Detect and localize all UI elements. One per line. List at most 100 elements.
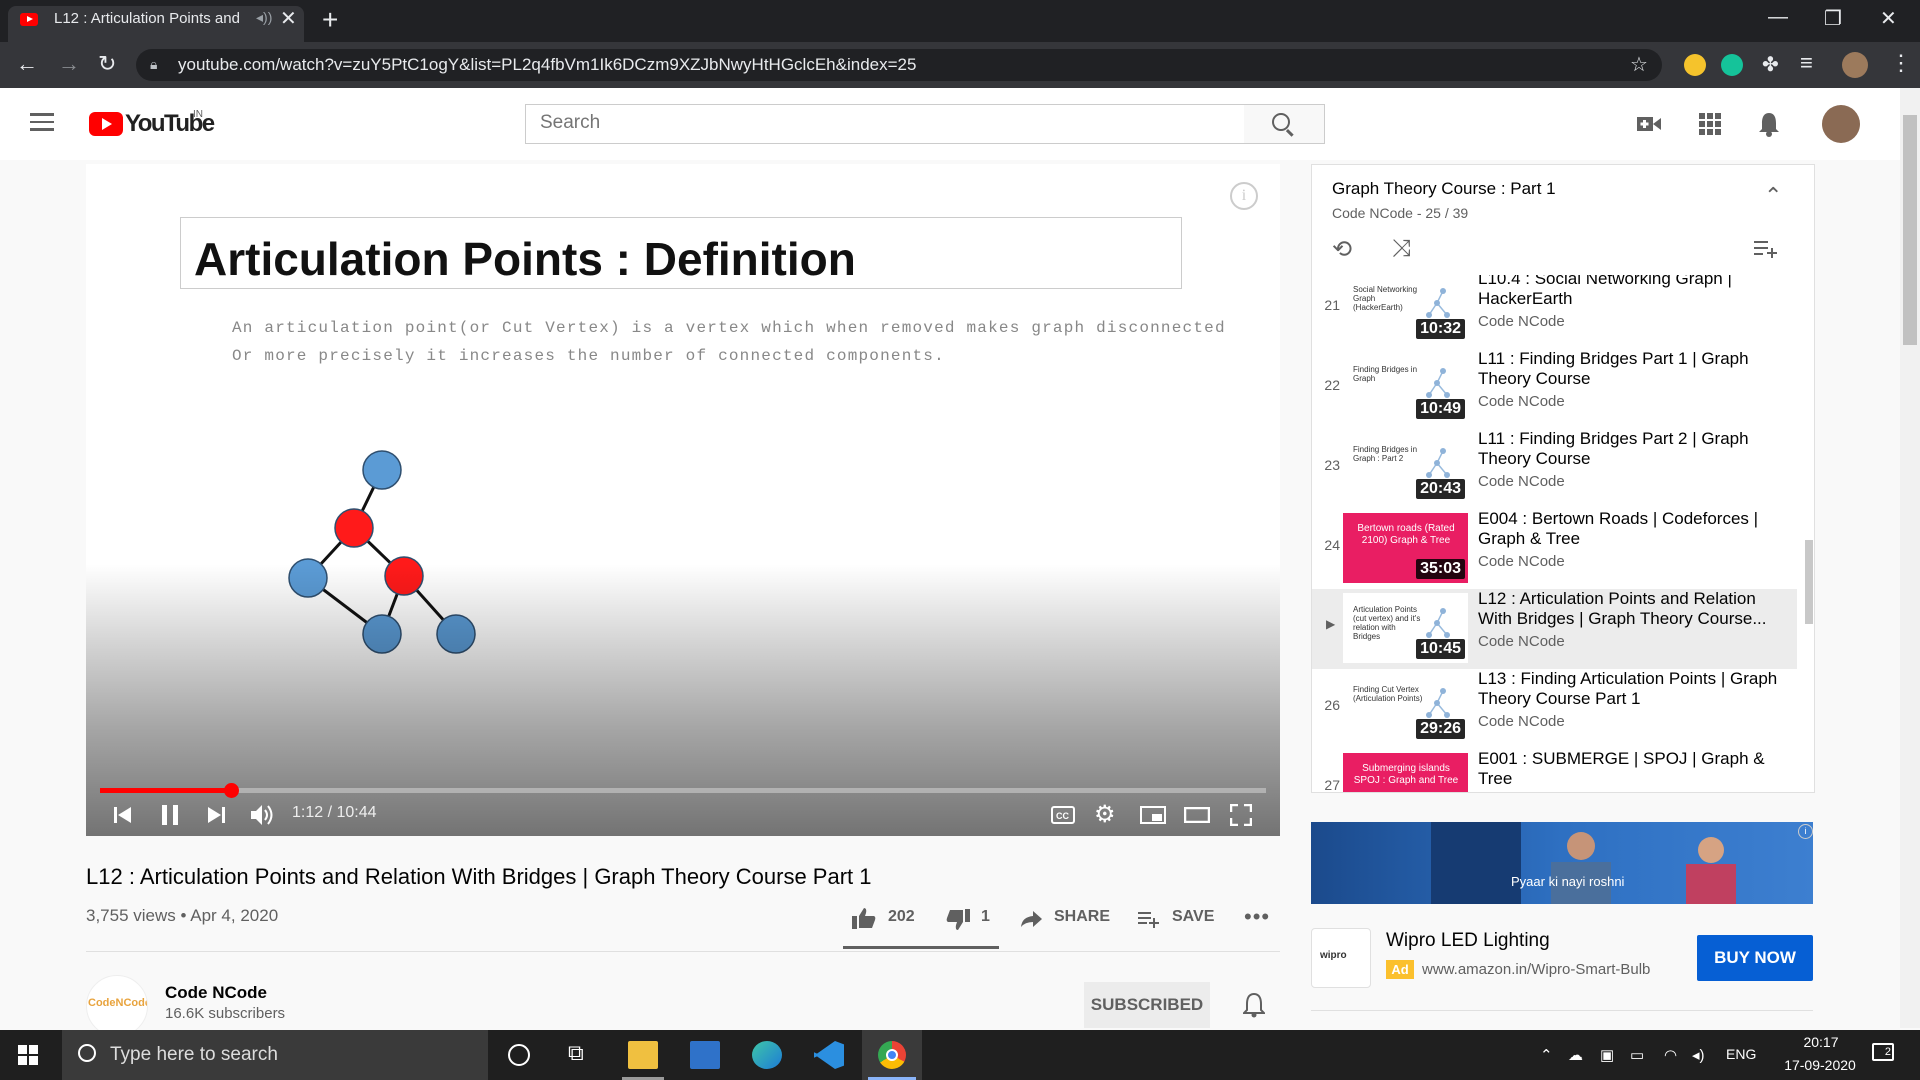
language-indicator[interactable]: ENG <box>1726 1046 1756 1062</box>
add-to-queue-icon[interactable] <box>1754 239 1778 259</box>
playlist-scrollbar-thumb[interactable] <box>1805 540 1813 624</box>
close-window-icon[interactable]: ✕ <box>1880 6 1897 31</box>
search-input[interactable] <box>540 112 1230 134</box>
collapse-chevron-icon[interactable]: ⌃ <box>1764 183 1782 209</box>
ad-title[interactable]: Wipro LED Lighting <box>1386 930 1550 952</box>
browser-menu-icon[interactable]: ⋮ <box>1890 50 1912 76</box>
progress-scrubber[interactable] <box>223 783 239 798</box>
action-center-icon[interactable]: 2 <box>1872 1043 1894 1061</box>
ad-url[interactable]: www.amazon.in/Wipro-Smart-Bulb <box>1422 961 1650 978</box>
minimize-icon[interactable]: — <box>1768 6 1788 29</box>
youtube-logo-icon[interactable] <box>89 112 123 136</box>
playlist-item-title[interactable]: E004 : Bertown Roads | Codeforces | Grap… <box>1478 509 1778 549</box>
clock-date[interactable]: 17-09-2020 <box>1770 1057 1870 1073</box>
save-button[interactable]: SAVE <box>1172 908 1214 926</box>
taskbar-search-text[interactable]: Type here to search <box>110 1044 278 1066</box>
edge-browser-icon[interactable] <box>752 1041 782 1069</box>
profile-avatar[interactable] <box>1842 52 1868 78</box>
bookmark-star-icon[interactable]: ☆ <box>1630 52 1648 77</box>
playlist-item-title[interactable]: L10.4 : Social Networking Graph | Hacker… <box>1478 275 1778 309</box>
apps-grid-icon[interactable] <box>1699 113 1721 135</box>
playlist-item-title[interactable]: L12 : Articulation Points and Relation W… <box>1478 589 1778 629</box>
forward-icon[interactable]: → <box>58 51 80 77</box>
channel-name[interactable]: Code NCode <box>165 983 267 1003</box>
playlist-item-title[interactable]: L13 : Finding Articulation Points | Grap… <box>1478 669 1778 709</box>
close-tab-icon[interactable]: ✕ <box>280 6 297 31</box>
playlist-item-channel[interactable]: Code NCode <box>1478 633 1565 650</box>
playlist-item-title[interactable]: E001 : SUBMERGE | SPOJ | Graph & Tree <box>1478 749 1778 789</box>
shuffle-icon[interactable]: ⤨ <box>1392 235 1411 263</box>
restore-icon[interactable]: ❐ <box>1824 6 1842 31</box>
settings-gear-icon[interactable]: ⚙ <box>1094 800 1116 829</box>
captions-icon[interactable]: CC <box>1051 806 1075 824</box>
media-queue-icon[interactable]: ≡ <box>1800 50 1813 76</box>
ad-info-icon[interactable]: i <box>1798 824 1813 839</box>
playlist-item[interactable]: 24 Bertown roads (Rated 2100) Graph & Tre… <box>1312 509 1797 589</box>
like-count[interactable]: 202 <box>888 908 915 926</box>
playlist-item-channel[interactable]: Code NCode <box>1478 393 1565 410</box>
playlist-item-thumbnail[interactable]: Finding Bridges in Graph : Part 2 20:43 <box>1343 433 1468 503</box>
playlist-item-thumbnail[interactable]: Social Networking Graph (HackerEarth) 10:… <box>1343 275 1468 343</box>
page-scrollbar-thumb[interactable] <box>1903 115 1917 345</box>
user-avatar[interactable] <box>1822 105 1860 143</box>
create-video-icon[interactable] <box>1637 114 1661 134</box>
pause-icon[interactable] <box>161 804 179 826</box>
wifi-icon[interactable]: ◠ <box>1664 1046 1677 1064</box>
reload-icon[interactable]: ↻ <box>98 51 116 77</box>
windows-start-icon[interactable] <box>18 1045 38 1065</box>
grammarly-icon[interactable] <box>1721 54 1743 76</box>
lock-icon[interactable]: 🔒︎ <box>150 56 157 73</box>
miniplayer-icon[interactable] <box>1140 806 1166 824</box>
playlist-item[interactable]: 27 Submerging islands SPOJ : Graph and Tr… <box>1312 749 1797 792</box>
volume-icon[interactable] <box>250 804 276 826</box>
video-player[interactable]: Articulation Points : Definition An arti… <box>86 164 1280 836</box>
playlist-item[interactable]: 21 Social Networking Graph (HackerEarth) 1… <box>1312 275 1797 349</box>
share-icon[interactable] <box>1020 910 1042 928</box>
extension-icon[interactable] <box>1684 54 1706 76</box>
fullscreen-icon[interactable] <box>1230 804 1252 826</box>
audio-playing-icon[interactable]: ◂)) <box>256 9 272 26</box>
more-actions-icon[interactable]: ••• <box>1244 904 1270 930</box>
loop-playlist-icon[interactable]: ⟲ <box>1332 235 1352 264</box>
channel-avatar[interactable]: CodeNCode <box>86 975 148 1037</box>
playlist-item-channel[interactable]: Code NCode <box>1478 473 1565 490</box>
share-button[interactable]: SHARE <box>1054 908 1110 926</box>
task-view-icon[interactable]: ⧉ <box>568 1040 584 1066</box>
advertiser-logo[interactable]: wipro <box>1311 928 1371 988</box>
back-icon[interactable]: ← <box>16 51 38 77</box>
system-tray-icon[interactable]: ▣ <box>1600 1046 1614 1064</box>
info-icon[interactable]: i <box>1230 182 1258 210</box>
file-explorer-icon[interactable] <box>628 1041 658 1069</box>
playlist-item-channel[interactable]: Code NCode <box>1478 553 1565 570</box>
buy-now-button[interactable]: BUY NOW <box>1697 935 1813 981</box>
speaker-icon[interactable]: ◂) <box>1692 1046 1705 1064</box>
playlist-item-channel[interactable]: Code NCode <box>1478 713 1565 730</box>
extensions-puzzle-icon[interactable]: ✤ <box>1762 52 1779 77</box>
playlist-item-thumbnail[interactable]: Finding Cut Vertex (Articulation Points)… <box>1343 673 1468 743</box>
playlist-item[interactable]: ▶ Articulation Points (cut vertex) and it… <box>1312 589 1797 669</box>
hamburger-menu-icon[interactable] <box>30 113 54 136</box>
theater-mode-icon[interactable] <box>1184 807 1210 823</box>
onedrive-cloud-icon[interactable]: ☁ <box>1568 1046 1583 1064</box>
previous-icon[interactable] <box>114 806 132 824</box>
microsoft-store-icon[interactable] <box>690 1041 720 1069</box>
playlist-item-title[interactable]: L11 : Finding Bridges Part 1 | Graph The… <box>1478 349 1778 389</box>
show-hidden-icons-chevron-icon[interactable]: ⌃ <box>1540 1046 1553 1064</box>
url-text[interactable]: youtube.com/watch?v=zuY5PtC1ogY&list=PL2… <box>178 55 916 75</box>
thumbs-up-icon[interactable] <box>852 907 876 929</box>
playlist-item-thumbnail[interactable]: Articulation Points (cut vertex) and it'… <box>1343 593 1468 663</box>
clock-time[interactable]: 20:17 <box>1786 1034 1856 1050</box>
playlist-item-thumbnail[interactable]: Finding Bridges in Graph 10:49 <box>1343 353 1468 423</box>
dislike-count[interactable]: 1 <box>981 908 990 926</box>
playlist-item[interactable]: 23 Finding Bridges in Graph : Part 2 20:43… <box>1312 429 1797 509</box>
new-tab-icon[interactable]: + <box>322 4 338 36</box>
battery-icon[interactable]: ▭ <box>1630 1046 1644 1064</box>
playlist-item-title[interactable]: L11 : Finding Bridges Part 2 | Graph The… <box>1478 429 1778 469</box>
notifications-bell-icon[interactable] <box>1758 111 1780 137</box>
cortana-icon[interactable] <box>508 1044 530 1066</box>
ad-banner-image[interactable]: Pyaar ki nayi roshni <box>1311 822 1813 904</box>
playlist-item[interactable]: 26 Finding Cut Vertex (Articulation Point… <box>1312 669 1797 749</box>
playlist-item-channel[interactable]: Code NCode <box>1478 313 1565 330</box>
search-icon[interactable] <box>1272 113 1290 131</box>
channel-notification-bell-icon[interactable] <box>1243 992 1265 1018</box>
